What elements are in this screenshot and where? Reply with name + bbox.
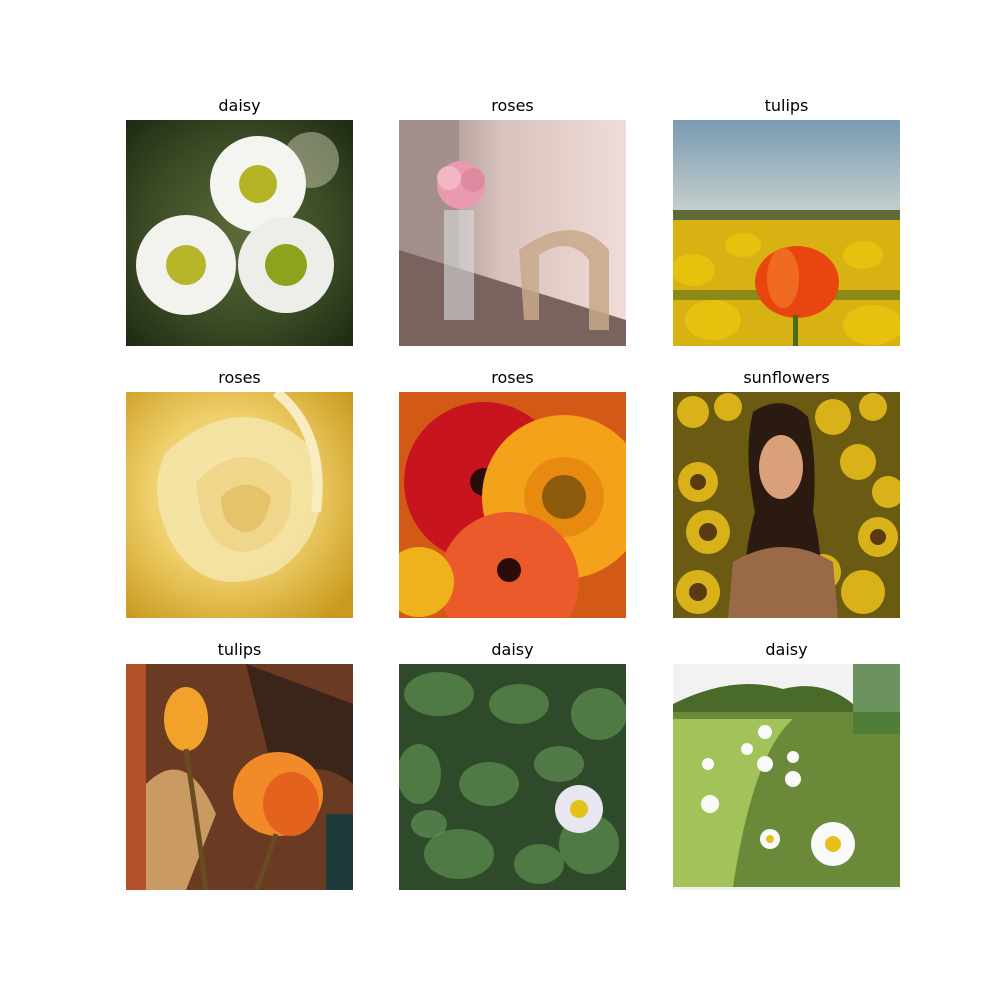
panel-title: tulips xyxy=(764,96,809,115)
daisy-photo xyxy=(126,120,353,346)
daisy-photo xyxy=(673,664,900,890)
panel-title: daisy xyxy=(218,96,261,115)
tulips-photo xyxy=(126,664,353,890)
daisy-photo xyxy=(399,664,626,890)
panel-title: roses xyxy=(491,96,534,115)
panel-title: daisy xyxy=(765,640,808,659)
panel-title: daisy xyxy=(491,640,534,659)
tulips-photo xyxy=(673,120,900,346)
image-grid: daisy roses tulips roses roses sunflower… xyxy=(0,0,1000,1000)
panel-title: tulips xyxy=(217,640,262,659)
panel-title: roses xyxy=(218,368,261,387)
roses-photo xyxy=(399,392,626,618)
roses-photo xyxy=(399,120,626,346)
panel-title: sunflowers xyxy=(743,368,830,387)
sunflowers-photo xyxy=(673,392,900,618)
roses-photo xyxy=(126,392,353,618)
panel-title: roses xyxy=(491,368,534,387)
